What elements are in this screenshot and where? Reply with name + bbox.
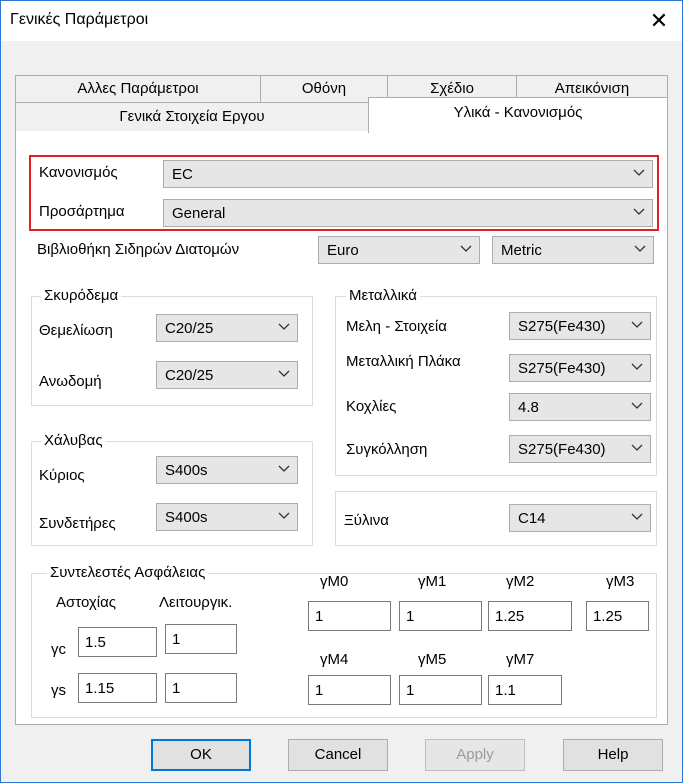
tab-label: Γενικά Στοιχεία Εργου [119, 108, 265, 125]
stirrups-label: Συνδετήρες [39, 515, 116, 532]
gm1-input[interactable]: 1 [399, 601, 482, 631]
stirrups-value: S400s [165, 509, 208, 526]
gm3-input[interactable]: 1.25 [586, 601, 649, 631]
foundation-select[interactable]: C20/25 [156, 314, 298, 342]
gc-label: γc [51, 641, 66, 658]
chevron-down-icon [630, 509, 644, 523]
chevron-down-icon [630, 440, 644, 454]
chevron-down-icon [277, 508, 291, 522]
main-steel-value: S400s [165, 462, 208, 479]
superstructure-value: C20/25 [165, 367, 214, 384]
chevron-down-icon [633, 241, 647, 255]
main-steel-select[interactable]: S400s [156, 456, 298, 484]
gm7-value: 1.1 [495, 682, 516, 699]
chevron-down-icon [630, 359, 644, 373]
gm5-value: 1 [406, 682, 415, 699]
chevron-down-icon [277, 461, 291, 475]
members-select[interactable]: S275(Fe430) [509, 312, 651, 340]
apply-button: Apply [425, 739, 525, 771]
gs-label: γs [51, 682, 66, 699]
units-value: Metric [501, 242, 542, 259]
gm1-label: γM1 [418, 573, 447, 590]
gm2-label: γM2 [506, 573, 535, 590]
ok-button[interactable]: OK [151, 739, 251, 771]
steel-library-label: Βιβλιοθήκη Σιδηρών Διατομών [37, 241, 240, 258]
tab-materials-regulation[interactable]: Υλικά - Κανονισμός [368, 97, 668, 133]
superstructure-label: Ανωδομή [39, 373, 102, 390]
gc-service-value: 1 [172, 631, 181, 648]
gm7-input[interactable]: 1.1 [488, 675, 562, 705]
gm3-label: γM3 [606, 573, 635, 590]
wood-label: Ξύλινα [344, 512, 389, 529]
tab-general-project-data[interactable]: Γενικά Στοιχεία Εργου [15, 102, 369, 132]
title-bar: Γενικές Παράμετροι ✕ [1, 1, 682, 41]
main-steel-label: Κύριος [39, 467, 85, 484]
units-select[interactable]: Metric [492, 236, 654, 264]
tab-label: Σχέδιο [430, 80, 474, 97]
gs-failure-value: 1.15 [85, 680, 115, 697]
gm2-input[interactable]: 1.25 [488, 601, 572, 631]
gm0-value: 1 [315, 608, 324, 625]
metal-plate-value: S275(Fe430) [518, 360, 606, 377]
close-icon[interactable]: ✕ [636, 1, 682, 41]
chevron-down-icon [630, 398, 644, 412]
gm5-input[interactable]: 1 [399, 675, 482, 705]
gm4-input[interactable]: 1 [308, 675, 391, 705]
gc-failure-input[interactable]: 1.5 [78, 627, 157, 657]
chevron-down-icon [459, 241, 473, 255]
window-title: Γενικές Παράμετροι [10, 11, 149, 28]
gm4-value: 1 [315, 682, 324, 699]
gs-service-value: 1 [172, 680, 181, 697]
gm0-input[interactable]: 1 [308, 601, 391, 631]
gm7-label: γM7 [506, 651, 535, 668]
gc-failure-value: 1.5 [85, 634, 106, 651]
welding-select[interactable]: S275(Fe430) [509, 435, 651, 463]
chevron-down-icon [277, 366, 291, 380]
foundation-value: C20/25 [165, 320, 214, 337]
steel-library-value: Euro [327, 242, 359, 259]
gs-service-input[interactable]: 1 [165, 673, 237, 703]
gm3-value: 1.25 [593, 608, 623, 625]
chevron-down-icon [630, 317, 644, 331]
failure-column-label: Αστοχίας [56, 594, 117, 611]
gs-failure-input[interactable]: 1.15 [78, 673, 157, 703]
metal-plate-label: Μεταλλική Πλάκα [346, 353, 461, 370]
stirrups-select[interactable]: S400s [156, 503, 298, 531]
welding-label: Συγκόλληση [346, 441, 428, 458]
bolts-label: Κοχλίες [346, 398, 397, 415]
tab-label: Αλλες Παράμετροι [77, 80, 199, 97]
dialog-window: Γενικές Παράμετροι ✕ Αλλες Παράμετροι Οθ… [0, 0, 683, 783]
metals-group-title: Μεταλλικά [346, 287, 420, 304]
steel-group-title: Χάλυβας [41, 432, 106, 449]
highlight-box [29, 155, 659, 231]
gm4-label: γM4 [320, 651, 349, 668]
bolts-select[interactable]: 4.8 [509, 393, 651, 421]
chevron-down-icon [277, 319, 291, 333]
wood-select[interactable]: C14 [509, 504, 651, 532]
help-button[interactable]: Help [563, 739, 663, 771]
superstructure-select[interactable]: C20/25 [156, 361, 298, 389]
tab-label: Απεικόνιση [554, 80, 630, 97]
tab-other-parameters[interactable]: Αλλες Παράμετροι [15, 75, 261, 103]
steel-library-select[interactable]: Euro [318, 236, 480, 264]
gm0-label: γM0 [320, 573, 349, 590]
wood-value: C14 [518, 510, 546, 527]
tab-label: Οθόνη [301, 80, 347, 97]
metal-plate-select[interactable]: S275(Fe430) [509, 354, 651, 382]
concrete-group-title: Σκυρόδεμα [41, 287, 122, 304]
gm2-value: 1.25 [495, 608, 525, 625]
gc-service-input[interactable]: 1 [165, 624, 237, 654]
gm5-label: γM5 [418, 651, 447, 668]
cancel-button[interactable]: Cancel [288, 739, 388, 771]
foundation-label: Θεμελίωση [39, 322, 113, 339]
safety-group-title: Συντελεστές Ασφάλειας [47, 564, 209, 581]
bolts-value: 4.8 [518, 399, 539, 416]
tab-label: Υλικά - Κανονισμός [453, 104, 583, 121]
members-label: Μελη - Στοιχεία [346, 318, 447, 335]
members-value: S275(Fe430) [518, 318, 606, 335]
welding-value: S275(Fe430) [518, 441, 606, 458]
gm1-value: 1 [406, 608, 415, 625]
service-column-label: Λειτουργικ. [159, 594, 233, 611]
